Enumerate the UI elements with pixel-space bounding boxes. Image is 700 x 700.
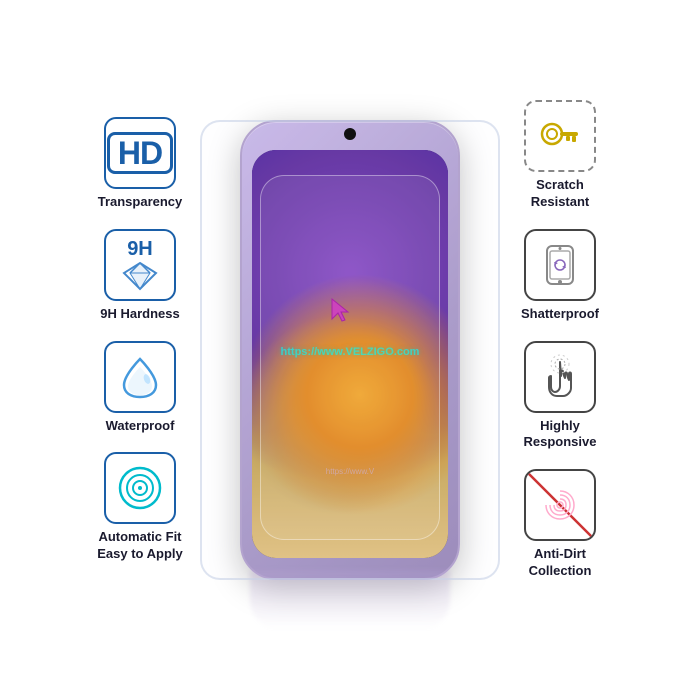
feature-9h-hardness: 9H 9H Hardness [100,229,179,323]
feature-auto-fit: Automatic FitEasy to Apply [97,452,182,563]
touch-icon-box [524,341,596,413]
9h-content: 9H [122,239,158,291]
cursor-arrow [330,297,352,328]
anti-dirt-label: Anti-DirtCollection [529,546,592,580]
9h-text: 9H [127,239,153,259]
main-container: HD Transparency 9H 9H Hardness [0,0,700,700]
phone-reflection [250,570,450,630]
feature-waterproof: Waterproof [104,341,176,435]
velzigo-watermark: https://www.VELZIGO.com [281,346,420,358]
responsive-label: HighlyResponsive [524,418,597,452]
fingerprint-no-icon [526,471,594,539]
target-circle-icon [115,463,165,513]
feature-shatterproof: Shatterproof [521,229,599,323]
screen-content: https://www.VELZIGO.com https://www.V [252,150,448,558]
hd-label: Transparency [98,194,183,211]
feature-anti-dirt: Anti-DirtCollection [524,469,596,580]
auto-fit-label: Automatic FitEasy to Apply [97,529,182,563]
phone-area: https://www.VELZIGO.com https://www.V [210,70,490,630]
9h-icon-box: 9H [104,229,176,301]
target-icon-box [104,452,176,524]
water-drop-icon [120,355,160,399]
velzigo-watermark2: https://www.V [326,467,374,476]
phone-shield-icon [537,242,583,288]
finger-icon-box [524,469,596,541]
right-features: ScratchResistant Shatterproof [500,100,620,580]
water-icon-box [104,341,176,413]
shatter-icon-box [524,229,596,301]
scratch-label: ScratchResistant [531,177,590,211]
left-features: HD Transparency 9H 9H Hardness [80,117,200,563]
feature-hd-transparency: HD Transparency [98,117,183,211]
phone-screen: https://www.VELZIGO.com https://www.V [252,150,448,558]
touch-hand-icon [537,354,583,400]
hd-text: HD [107,132,173,174]
scratch-icon-box [524,100,596,172]
9h-label: 9H Hardness [100,306,179,323]
hd-icon-box: HD [104,117,176,189]
water-label: Waterproof [106,418,175,435]
feature-scratch-resistant: ScratchResistant [524,100,596,211]
key-icon [536,116,584,156]
phone-body: https://www.VELZIGO.com https://www.V [240,120,460,580]
feature-highly-responsive: HighlyResponsive [524,341,597,452]
shatter-label: Shatterproof [521,306,599,323]
diamond-icon [122,261,158,291]
phone-notch [344,128,356,140]
